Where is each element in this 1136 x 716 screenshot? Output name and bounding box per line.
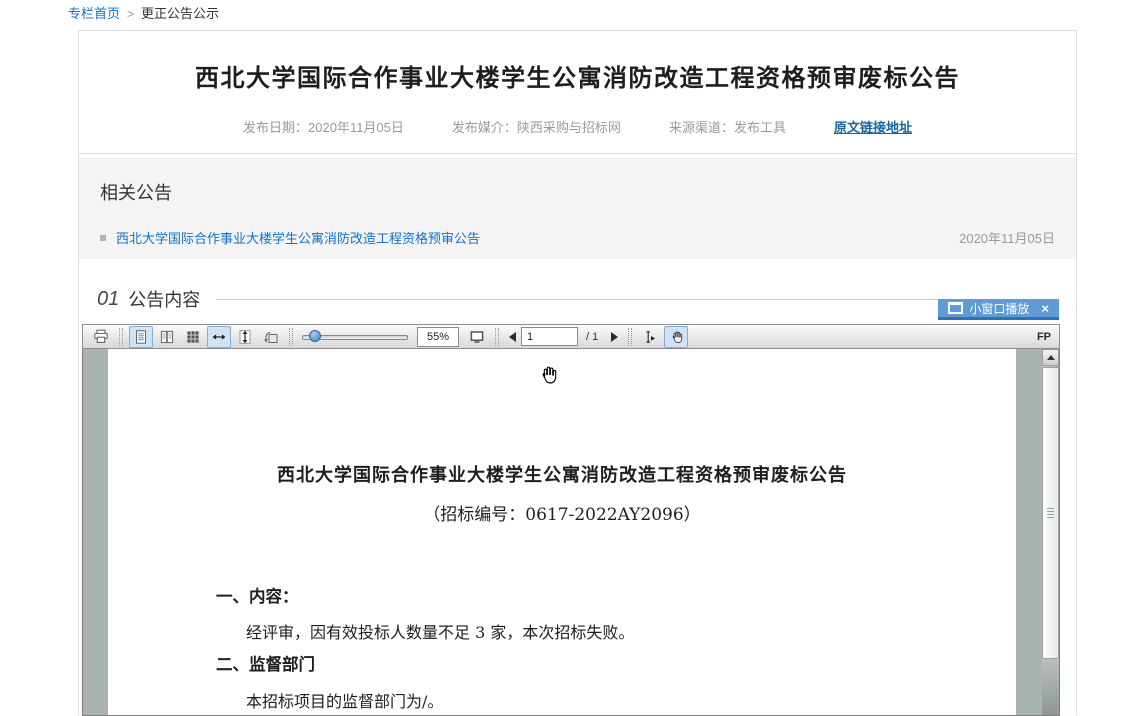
up-arrow-icon	[1047, 355, 1055, 360]
related-heading: 相关公告	[100, 158, 1055, 205]
related-announcement-date: 2020年11月05日	[959, 228, 1055, 247]
single-page-icon	[133, 329, 149, 345]
section-number: 01	[97, 288, 119, 311]
pdf-viewer: 55% / 1 FP 西北大学国际合作事业大楼学生公寓消防改造工程资格预审废标公…	[82, 324, 1060, 716]
toolbar-separator	[628, 328, 632, 346]
page-title: 西北大学国际合作事业大楼学生公寓消防改造工程资格预审废标公告	[79, 31, 1076, 93]
monitor-icon	[469, 329, 485, 345]
breadcrumb-separator: >	[127, 7, 134, 21]
breadcrumb-home-link[interactable]: 专栏首页	[68, 6, 120, 21]
article-header: 西北大学国际合作事业大楼学生公寓消防改造工程资格预审废标公告 发布日期：2020…	[79, 31, 1076, 154]
related-list-item: 西北大学国际合作事业大楼学生公寓消防改造工程资格预审公告 2020年11月05日	[100, 228, 1055, 247]
pdf-doc-title: 西北大学国际合作事业大楼学生公寓消防改造工程资格预审废标公告	[108, 461, 1016, 487]
text-select-icon	[642, 329, 658, 345]
scrollbar-grip-icon	[1047, 508, 1054, 520]
page-number-input[interactable]	[521, 327, 578, 346]
select-text-button[interactable]	[638, 326, 662, 348]
scrollbar-thumb[interactable]	[1042, 367, 1059, 659]
breadcrumb-current: 更正公告公示	[141, 6, 219, 21]
close-icon[interactable]: ×	[1041, 302, 1049, 315]
pdf-doc-section-body: 本招标项目的监督部门为/。	[246, 688, 443, 712]
thumbnail-view-button[interactable]	[181, 326, 205, 348]
pdf-canvas[interactable]: 西北大学国际合作事业大楼学生公寓消防改造工程资格预审废标公告 （招标编号：061…	[82, 349, 1060, 716]
next-page-button[interactable]	[611, 332, 618, 342]
section-divider-line	[216, 299, 1058, 300]
publish-date: 发布日期：2020年11月05日	[243, 117, 404, 136]
article-meta: 发布日期：2020年11月05日 发布媒介：陕西采购与招标网 来源渠道：发布工具…	[79, 117, 1076, 136]
print-button[interactable]	[89, 326, 113, 348]
related-announcements-section: 相关公告 西北大学国际合作事业大楼学生公寓消防改造工程资格预审公告 2020年1…	[79, 158, 1076, 259]
pdf-scrollbar[interactable]	[1042, 349, 1059, 715]
full-screen-button[interactable]	[465, 326, 489, 348]
publish-medium: 发布媒介：陕西采购与招标网	[452, 117, 621, 136]
scroll-up-button[interactable]	[1042, 349, 1059, 366]
pdf-doc-section-heading: 一、内容：	[216, 583, 299, 607]
pdf-toolbar: 55% / 1 FP	[82, 324, 1060, 349]
fp-brand-label: FP	[1037, 331, 1054, 343]
source-channel: 来源渠道：发布工具	[669, 117, 786, 136]
fit-height-button[interactable]	[233, 326, 257, 348]
fit-height-icon	[237, 329, 253, 345]
small-window-play-label: 小窗口播放	[969, 300, 1029, 317]
hand-tool-icon	[669, 329, 684, 344]
section-heading: 公告内容	[128, 286, 200, 312]
fit-width-icon	[211, 329, 227, 345]
grid-view-icon	[185, 329, 201, 345]
pdf-doc-section-heading: 二、监督部门	[216, 651, 315, 675]
toolbar-separator	[495, 328, 499, 346]
hand-tool-button[interactable]	[664, 326, 688, 348]
zoom-level-box[interactable]: 55%	[417, 327, 459, 347]
scrollbar-track[interactable]	[1042, 659, 1059, 715]
breadcrumb: 专栏首页 > 更正公告公示	[68, 3, 219, 22]
print-icon	[93, 329, 109, 345]
single-page-view-button[interactable]	[129, 326, 153, 348]
content-section-header: 01 公告内容	[97, 286, 1058, 312]
square-bullet-icon	[100, 235, 106, 241]
toolbar-separator	[119, 328, 123, 346]
page-total-label: / 1	[586, 331, 598, 343]
window-icon	[948, 302, 963, 314]
zoom-slider-knob[interactable]	[309, 330, 321, 342]
fit-width-button[interactable]	[207, 326, 231, 348]
original-link[interactable]: 原文链接地址	[834, 117, 912, 136]
pdf-doc-section-body: 经评审，因有效投标人数量不足 3 家，本次招标失败。	[246, 619, 634, 643]
related-announcement-link[interactable]: 西北大学国际合作事业大楼学生公寓消防改造工程资格预审公告	[116, 228, 480, 247]
rotate-page-button[interactable]	[259, 326, 283, 348]
facing-pages-view-button[interactable]	[155, 326, 179, 348]
facing-pages-icon	[159, 329, 175, 345]
previous-page-button[interactable]	[509, 332, 516, 342]
zoom-slider[interactable]	[302, 329, 408, 345]
rotate-icon	[263, 329, 279, 345]
pdf-doc-bid-number: （招标编号：0617-2022AY2096）	[108, 500, 1016, 525]
toolbar-separator	[289, 328, 293, 346]
small-window-play-button[interactable]: 小窗口播放 ×	[938, 299, 1059, 320]
pdf-page: 西北大学国际合作事业大楼学生公寓消防改造工程资格预审废标公告 （招标编号：061…	[108, 349, 1016, 715]
announcement-container: 西北大学国际合作事业大楼学生公寓消防改造工程资格预审废标公告 发布日期：2020…	[78, 30, 1077, 715]
